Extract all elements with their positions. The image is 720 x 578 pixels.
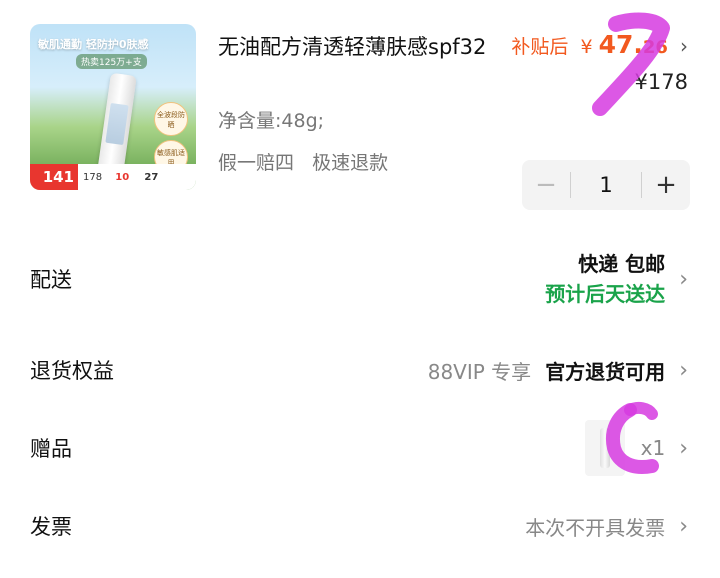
thumb-price-c: 27 — [144, 171, 159, 183]
vip-exclusive-tag: 88VIP 专享 — [427, 359, 532, 384]
return-rights-row[interactable]: 退货权益 88VIP 专享 官方退货可用 › — [30, 350, 688, 390]
guarantee-fast-refund: 极速退款 — [312, 152, 389, 174]
service-guarantees: 假一赔四 极速退款 — [218, 148, 388, 175]
increase-button[interactable]: + — [642, 160, 690, 210]
chevron-right-icon: › — [679, 266, 688, 292]
sunscreen-tube-image — [97, 72, 137, 176]
invoice-label: 发票 — [30, 515, 72, 539]
gift-label: 赠品 — [30, 437, 72, 461]
gift-quantity: x1 — [640, 436, 666, 460]
delivery-eta: 预计后天送达 — [545, 282, 666, 306]
quantity-value[interactable]: 1 — [571, 173, 641, 197]
guarantee-fake-compensation: 假一赔四 — [218, 152, 295, 174]
invoice-info: 本次不开具发票 › — [525, 512, 688, 541]
invoice-row[interactable]: 发票 本次不开具发票 › — [30, 506, 688, 546]
thumb-badge-uv: 全波段防晒 — [154, 102, 188, 136]
thumb-sales-tag: 热卖125万+支 — [76, 54, 147, 69]
subsidy-amount-dec: 26 — [642, 37, 668, 58]
product-title: 无油配方清透轻薄肤感spf32 — [218, 35, 487, 59]
subsidy-amount-int: 47. — [598, 30, 643, 59]
product-image[interactable]: 敏肌通勤 轻防护0肤感 热卖125万+支 全波段防晒 敏感肌适用 141 178… — [30, 24, 196, 190]
return-rights-info: 88VIP 专享 官方退货可用 › — [428, 356, 688, 385]
quantity-stepper[interactable]: − 1 + — [522, 160, 690, 210]
delivery-info: 快递 包邮 预计后天送达 › — [545, 249, 688, 309]
thumb-price-b: 10 — [115, 171, 130, 183]
gift-thumbnail — [584, 420, 625, 476]
thumb-headline: 敏肌通勤 轻防护0肤感 — [38, 38, 149, 51]
chevron-right-icon: › — [679, 435, 688, 461]
chevron-right-icon: › — [679, 513, 688, 539]
return-rights-label: 退货权益 — [30, 359, 114, 383]
thumb-price-main: 141 — [30, 164, 78, 190]
thumb-price-details: 178 10 27 — [78, 172, 158, 183]
subsidy-price[interactable]: 补贴后 ¥ 47.26 › — [511, 30, 688, 59]
subsidy-amount: 47.26 — [599, 30, 668, 59]
currency-symbol: ¥ — [580, 36, 593, 58]
chevron-right-icon: › — [679, 357, 688, 383]
thumb-price-bar: 141 178 10 27 — [30, 164, 196, 190]
gift-row[interactable]: 赠品 x1 › — [30, 420, 688, 476]
thumb-price-a: 178 — [83, 171, 103, 183]
subsidy-label: 补贴后 — [511, 36, 569, 58]
chevron-right-icon: › — [680, 34, 688, 58]
return-rights-value: 官方退货可用 — [545, 359, 666, 384]
decrease-button[interactable]: − — [522, 160, 570, 210]
invoice-value: 本次不开具发票 — [525, 515, 666, 540]
delivery-row[interactable]: 配送 快递 包邮 预计后天送达 › — [30, 244, 688, 314]
annotation-scribble-price — [592, 12, 670, 116]
product-spec: 净含量:48g; — [218, 110, 325, 132]
original-price: ¥178 — [634, 70, 688, 94]
delivery-label: 配送 — [30, 268, 72, 292]
gift-info: x1 › — [584, 420, 688, 476]
delivery-method: 快递 包邮 — [578, 252, 666, 276]
